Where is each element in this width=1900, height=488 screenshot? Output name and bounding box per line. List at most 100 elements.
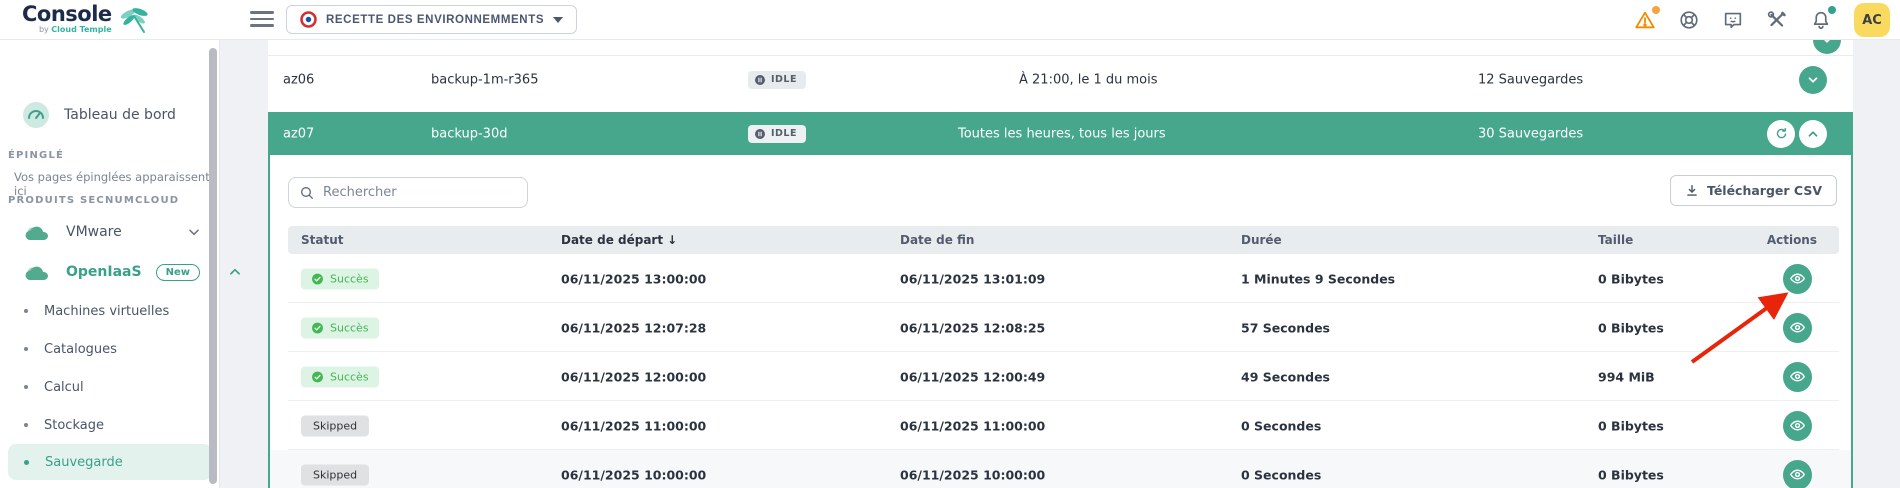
eye-icon xyxy=(1789,469,1806,480)
chevron-down-icon xyxy=(553,16,564,23)
sidebar-subitem-label: Machines virtuelles xyxy=(44,303,170,319)
status-badge: Succès xyxy=(301,317,379,338)
chevron-up-icon xyxy=(228,265,242,279)
job-id: az07 xyxy=(283,126,315,141)
column-statut[interactable]: Statut xyxy=(301,233,344,247)
column-taille[interactable]: Taille xyxy=(1598,233,1633,247)
end-date: 06/11/2025 13:01:09 xyxy=(900,271,1046,286)
start-date: 06/11/2025 12:07:28 xyxy=(561,320,707,335)
pause-circle-icon xyxy=(755,74,765,85)
view-details-eye-button[interactable] xyxy=(1783,361,1812,392)
sidebar-item-label: VMware xyxy=(66,224,122,240)
tools-icon[interactable] xyxy=(1766,9,1788,31)
column-date-depart[interactable]: Date de départ ↓ xyxy=(561,233,677,247)
job-name: backup-30d xyxy=(431,126,508,141)
user-avatar[interactable]: AC xyxy=(1854,3,1890,37)
support-lifebuoy-icon[interactable] xyxy=(1678,9,1700,31)
job-schedule: Toutes les heures, tous les jours xyxy=(958,126,1166,141)
table-row: Skipped 06/11/2025 11:00:00 06/11/2025 1… xyxy=(270,401,1851,450)
feedback-chat-icon[interactable] xyxy=(1722,9,1744,31)
sidebar-subitem-sauvegarde[interactable]: Sauvegarde xyxy=(8,444,212,480)
sidebar-item-label: OpenIaaS xyxy=(66,264,142,280)
job-status-badge: IDLE xyxy=(748,70,806,89)
column-duree[interactable]: Durée xyxy=(1241,233,1282,247)
eye-icon xyxy=(1789,273,1806,284)
logo-title: Console xyxy=(22,2,112,26)
eye-icon xyxy=(1789,322,1806,333)
openiaas-submenu: Machines virtuelles Catalogues Calcul St… xyxy=(0,292,220,488)
download-csv-label: Télécharger CSV xyxy=(1706,183,1822,198)
expand-chevron-button[interactable] xyxy=(1813,40,1841,54)
notifications-bell-icon[interactable] xyxy=(1810,6,1836,31)
duration: 0 Secondes xyxy=(1241,467,1322,482)
warning-icon[interactable] xyxy=(1634,6,1660,31)
sidebar-item-vmware[interactable]: VMware xyxy=(0,216,219,248)
cloud-icon xyxy=(22,261,52,283)
end-date: 06/11/2025 10:00:00 xyxy=(900,467,1046,482)
view-details-eye-button[interactable] xyxy=(1783,312,1812,343)
table-row: Succès 06/11/2025 12:00:00 06/11/2025 12… xyxy=(270,352,1851,401)
search-input[interactable] xyxy=(323,185,517,200)
job-schedule: À 21:00, le 1 du mois xyxy=(1019,72,1158,87)
notification-badge-dot xyxy=(1828,6,1836,14)
check-circle-icon xyxy=(312,322,323,333)
bullet-icon xyxy=(24,385,28,389)
job-row-az07-expanded[interactable]: az07 backup-30d IDLE Toutes les heures, … xyxy=(268,112,1853,155)
sidebar-item-dashboard[interactable]: Tableau de bord xyxy=(0,98,219,132)
products-section-header: PRODUITS SECNUMCLOUD xyxy=(8,195,180,206)
check-circle-icon xyxy=(312,371,323,382)
status-badge: Skipped xyxy=(301,464,370,485)
expand-chevron-button[interactable] xyxy=(1799,65,1827,94)
end-date: 06/11/2025 11:00:00 xyxy=(900,418,1046,433)
start-date: 06/11/2025 10:00:00 xyxy=(561,467,707,482)
tenant-name: RECETTE DES ENVIRONNEMMENTS xyxy=(326,13,545,26)
sidebar-subitem-calcul[interactable]: Calcul xyxy=(8,368,212,406)
end-date: 06/11/2025 12:08:25 xyxy=(900,320,1046,335)
bullet-icon xyxy=(24,347,28,351)
size: 994 MiB xyxy=(1598,369,1655,384)
bullet-icon xyxy=(24,423,28,427)
column-date-fin[interactable]: Date de fin xyxy=(900,233,974,247)
job-name: backup-1m-r365 xyxy=(431,72,539,87)
job-status-badge: IDLE xyxy=(748,124,806,143)
job-backup-count: 12 Sauvegardes xyxy=(1478,72,1584,87)
duration: 49 Secondes xyxy=(1241,369,1330,384)
table-header: Statut Date de départ ↓ Date de fin Duré… xyxy=(288,226,1839,254)
view-details-eye-button[interactable] xyxy=(1783,263,1812,294)
job-row-az06[interactable]: az06 backup-1m-r365 IDLE À 21:00, le 1 d… xyxy=(268,56,1853,103)
sidebar-item-openiaas[interactable]: OpenIaaS New xyxy=(0,256,240,288)
view-details-eye-button[interactable] xyxy=(1783,459,1812,488)
download-icon xyxy=(1685,184,1699,198)
backup-table-body: Succès 06/11/2025 13:00:00 06/11/2025 13… xyxy=(270,254,1851,488)
view-details-eye-button[interactable] xyxy=(1783,410,1812,441)
start-date: 06/11/2025 11:00:00 xyxy=(561,418,707,433)
sidebar-subitem-label: Calcul xyxy=(44,379,84,395)
table-row: Succès 06/11/2025 13:00:00 06/11/2025 13… xyxy=(270,254,1851,303)
top-bar: Console by Cloud Temple RECETTE DES ENVI… xyxy=(0,0,1900,40)
previous-job-row-partial xyxy=(268,40,1853,56)
sidebar-scrollbar[interactable] xyxy=(209,48,217,484)
console-logo: Console by Cloud Temple xyxy=(22,4,152,36)
warning-badge-dot xyxy=(1652,6,1660,14)
restore-refresh-button[interactable] xyxy=(1767,119,1795,148)
check-circle-icon xyxy=(312,273,323,284)
sidebar-subitem-réplication[interactable]: Réplication xyxy=(8,480,212,488)
menu-toggle-icon[interactable] xyxy=(250,9,274,29)
chevron-down-icon xyxy=(187,225,201,239)
end-date: 06/11/2025 12:00:49 xyxy=(900,369,1046,384)
sort-descending-icon: ↓ xyxy=(667,233,678,247)
tenant-selector-button[interactable]: RECETTE DES ENVIRONNEMMENTS xyxy=(286,5,578,34)
eye-icon xyxy=(1789,371,1806,382)
sidebar-subitem-machines-virtuelles[interactable]: Machines virtuelles xyxy=(8,292,212,330)
duration: 0 Secondes xyxy=(1241,418,1322,433)
sidebar-subitem-stockage[interactable]: Stockage xyxy=(8,406,212,444)
size: 0 Bibytes xyxy=(1598,271,1664,286)
size: 0 Bibytes xyxy=(1598,320,1664,335)
duration: 1 Minutes 9 Secondes xyxy=(1241,271,1396,286)
collapse-chevron-button[interactable] xyxy=(1799,119,1827,148)
download-csv-button[interactable]: Télécharger CSV xyxy=(1669,175,1837,206)
job-id: az06 xyxy=(283,72,315,87)
cloud-icon xyxy=(22,221,52,243)
sidebar-subitem-catalogues[interactable]: Catalogues xyxy=(8,330,212,368)
new-badge: New xyxy=(155,263,200,281)
